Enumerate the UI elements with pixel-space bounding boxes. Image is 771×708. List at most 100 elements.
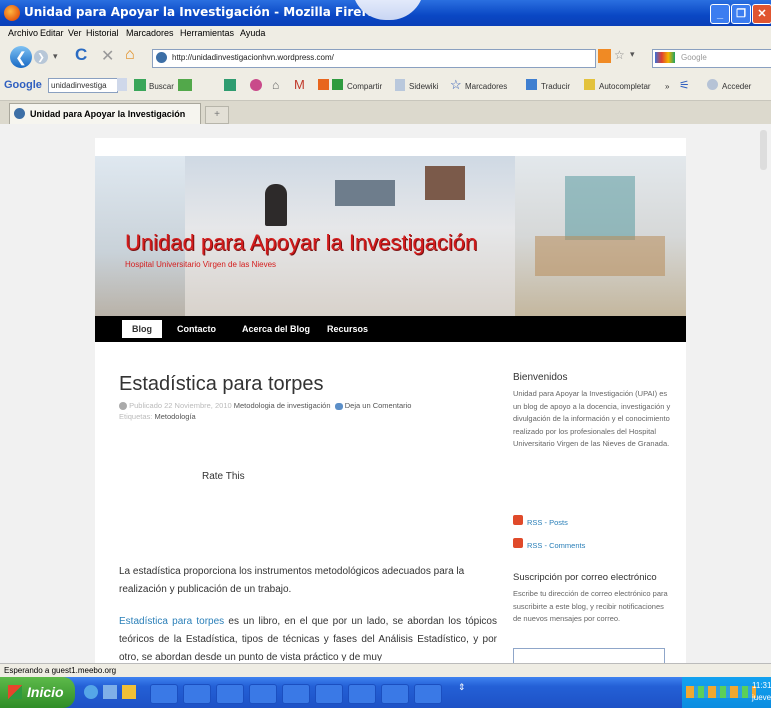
account-icon[interactable] xyxy=(707,79,718,90)
page-scrollbar[interactable] xyxy=(758,130,769,170)
menu-historial[interactable]: Historial xyxy=(86,28,119,38)
menu-ayuda[interactable]: Ayuda xyxy=(240,28,265,38)
back-button[interactable]: ❮ xyxy=(10,46,32,68)
google-buscar-icon xyxy=(134,79,146,91)
menu-herramientas[interactable]: Herramientas xyxy=(180,28,234,38)
menu-editar[interactable]: Editar xyxy=(40,28,64,38)
home-bank-icon[interactable]: ⌂ xyxy=(272,78,279,92)
bookmarks-star-icon[interactable]: ☆ xyxy=(450,77,462,93)
comment-link[interactable]: Deja un Comentario xyxy=(345,401,412,410)
blog-nav-menu: Blog Contacto Acerca del Blog Recursos xyxy=(95,316,686,342)
search-placeholder: Google xyxy=(681,53,707,62)
chart-icon[interactable] xyxy=(224,79,236,91)
rate-this-link[interactable]: Rate This xyxy=(202,471,245,482)
post-date: Publicado 22 Noviembre, 2010 xyxy=(129,401,232,410)
nav-acerca[interactable]: Acerca del Blog xyxy=(242,324,310,334)
rss-posts-icon[interactable] xyxy=(513,515,523,525)
acceder-button[interactable]: Acceder xyxy=(722,82,751,91)
history-dropdown-icon[interactable]: ▾ xyxy=(53,51,58,62)
menu-ver[interactable]: Ver xyxy=(68,28,82,38)
sidewiki-button[interactable]: Sidewiki xyxy=(409,82,438,91)
blogger-icon[interactable] xyxy=(318,79,329,90)
sidewiki-icon[interactable] xyxy=(395,79,405,91)
google-engine-icon[interactable] xyxy=(655,52,675,63)
compartir-button[interactable]: Compartir xyxy=(347,82,382,91)
post-meta: Publicado 22 Noviembre, 2010 Metodologia… xyxy=(119,400,499,422)
post-category-link[interactable]: Metodologia de investigación xyxy=(234,401,331,410)
system-tray: 11:31 jueves xyxy=(682,677,771,708)
tray-icons[interactable] xyxy=(686,686,756,698)
marcadores-button[interactable]: Marcadores xyxy=(465,82,507,91)
menu-archivo[interactable]: Archivo xyxy=(8,28,38,38)
address-bar[interactable]: http://unidadinvestigacionhvn.wordpress.… xyxy=(152,49,596,68)
clock-icon xyxy=(119,402,127,411)
traducir-button[interactable]: Traducir xyxy=(541,82,570,91)
share-icon[interactable] xyxy=(332,79,343,90)
clock-time[interactable]: 11:31 xyxy=(752,681,771,690)
window-titlebar[interactable]: Unidad para Apoyar la Investigación - Mo… xyxy=(0,0,771,26)
header-photo-desk xyxy=(535,236,665,276)
autocompletar-button[interactable]: Autocompletar xyxy=(599,82,651,91)
tags-label: Etiquetas: xyxy=(119,412,153,421)
taskbar-button[interactable] xyxy=(249,684,277,704)
nav-contacto[interactable]: Contacto xyxy=(177,324,216,334)
tag-link[interactable]: Metodología xyxy=(154,412,195,421)
bookmark-star-icon[interactable]: ☆ xyxy=(614,48,625,62)
rss-posts-link[interactable]: RSS - Posts xyxy=(527,518,568,527)
stop-icon[interactable]: ✕ xyxy=(101,46,114,66)
taskbar-button[interactable] xyxy=(150,684,178,704)
tab-unidad[interactable]: Unidad para Apoyar la Investigación xyxy=(9,103,201,125)
subscription-email-input[interactable] xyxy=(513,648,665,664)
taskbar-button[interactable] xyxy=(183,684,211,704)
subscription-title: Suscripción por correo electrónico xyxy=(513,572,657,583)
subscription-text: Escribe tu dirección de correo electróni… xyxy=(513,589,668,623)
quicklaunch-folder-icon[interactable] xyxy=(122,685,136,699)
rss-comments-icon[interactable] xyxy=(513,538,523,548)
google-toolbar-search-field[interactable]: unidadinvestiga xyxy=(48,78,118,93)
quicklaunch-ie-icon[interactable] xyxy=(84,685,98,699)
taskbar-button[interactable] xyxy=(216,684,244,704)
menu-marcadores[interactable]: Marcadores xyxy=(126,28,174,38)
header-photo-person xyxy=(425,166,465,200)
blog-title[interactable]: Unidad para Apoyar la Investigación xyxy=(125,230,477,256)
taskbar-firefox-button[interactable] xyxy=(348,684,376,704)
taskbar-firefox-button[interactable] xyxy=(282,684,310,704)
site-favicon-icon xyxy=(156,52,167,63)
reload-icon[interactable]: C xyxy=(75,45,87,65)
header-photo-window xyxy=(565,176,635,240)
quicklaunch-desktop-icon[interactable] xyxy=(103,685,117,699)
taskbar-button[interactable] xyxy=(414,684,442,704)
url-dropdown-icon[interactable]: ▾ xyxy=(630,49,635,60)
home-icon[interactable]: ⌂ xyxy=(125,46,135,64)
rss-comments-link[interactable]: RSS - Comments xyxy=(527,541,585,550)
header-photo-monitor xyxy=(335,180,395,206)
gmail-icon[interactable]: M xyxy=(294,77,305,92)
google-search-dropdown-icon[interactable] xyxy=(117,78,127,91)
pagerank-icon[interactable] xyxy=(250,79,262,91)
forward-button[interactable]: ❯ xyxy=(34,50,48,64)
taskbar-firefox-button[interactable] xyxy=(315,684,343,704)
book-link[interactable]: Estadística para torpes xyxy=(119,616,224,627)
wrench-icon[interactable]: ⚟ xyxy=(679,78,690,92)
taskbar-button[interactable] xyxy=(381,684,409,704)
autofill-icon[interactable] xyxy=(584,79,595,90)
rss-feed-icon[interactable] xyxy=(598,49,611,63)
nav-recursos[interactable]: Recursos xyxy=(327,324,368,334)
minimize-button[interactable]: _ xyxy=(710,4,730,24)
new-tab-button[interactable]: + xyxy=(205,106,229,124)
post-title[interactable]: Estadística para torpes xyxy=(119,373,324,396)
search-input[interactable]: Google xyxy=(652,49,771,68)
puzzle-icon[interactable] xyxy=(178,79,192,91)
nav-blog[interactable]: Blog xyxy=(122,320,162,338)
tab-label: Unidad para Apoyar la Investigación xyxy=(30,109,186,119)
blog-subtitle: Hospital Universitario Virgen de las Nie… xyxy=(125,260,277,269)
translate-icon[interactable] xyxy=(526,79,537,90)
close-button[interactable]: ✕ xyxy=(752,4,771,24)
more-chevron-icon[interactable]: » xyxy=(665,82,669,91)
start-button[interactable]: Inicio xyxy=(0,677,75,708)
taskbar-scroll-icon[interactable]: ⇕ xyxy=(458,682,466,693)
maximize-button[interactable]: ❐ xyxy=(731,4,751,24)
status-bar: Esperando a guest1.meebo.org xyxy=(0,663,771,678)
comment-icon xyxy=(334,402,343,410)
buscar-button[interactable]: Buscar xyxy=(149,82,174,91)
